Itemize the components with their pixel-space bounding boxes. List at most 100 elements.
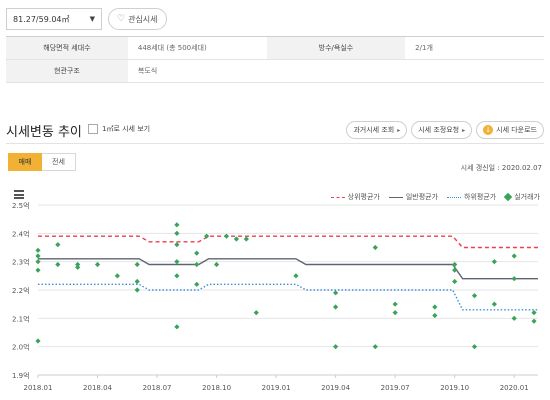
table-row: 현관구조 복도식	[6, 59, 544, 83]
info-value: 복도식	[127, 59, 267, 83]
x-tick-label: 2018.04	[83, 384, 112, 392]
deal-point	[35, 338, 41, 344]
divider	[6, 143, 544, 144]
x-tick-label: 2018.10	[202, 384, 231, 392]
deal-point	[134, 261, 140, 268]
deal-point	[174, 230, 180, 236]
past-price-button[interactable]: 과거시세 조회 ▸	[346, 121, 408, 139]
x-tick-label: 2019.01	[262, 384, 291, 392]
menu-bar	[14, 190, 24, 192]
deal-point	[432, 304, 438, 310]
deal-point	[194, 250, 200, 256]
deal-point	[372, 344, 378, 350]
deal-point	[223, 233, 230, 239]
info-empty	[405, 59, 544, 83]
past-price-label: 과거시세 조회	[353, 126, 395, 134]
deal-point	[35, 267, 41, 273]
action-buttons: 과거시세 조회 ▸ 시세 조정요청 ▸ ↓ 시세 다운로드	[346, 121, 544, 139]
area-select-value: 81.27/59.04㎡	[13, 14, 70, 24]
deal-point	[452, 278, 458, 285]
price-download-button[interactable]: ↓ 시세 다운로드	[476, 121, 544, 139]
deal-point	[194, 281, 200, 287]
top-row: 81.27/59.04㎡ ▼ ♡ 관심시세	[6, 8, 167, 30]
price-chart: 1.9억 2.0억 2.1억 2.2억 2.3억 2.4억 2.5억 2018.01 2018.…	[12, 202, 538, 392]
deal-point	[174, 273, 180, 279]
deal-point	[134, 287, 140, 293]
deal-point	[372, 244, 378, 251]
deal-point	[333, 344, 339, 350]
chevron-down-icon: ▼	[89, 15, 95, 23]
y-tick-label: 2.0억	[12, 344, 30, 352]
deal-point	[491, 259, 497, 265]
deal-point	[531, 318, 537, 324]
chart-menu-icon[interactable]	[14, 190, 24, 199]
deal-point	[253, 310, 259, 316]
info-header: 방수/욕실수	[266, 36, 406, 60]
y-tick-label: 2.2억	[12, 287, 30, 295]
favorite-button[interactable]: ♡ 관심시세	[108, 8, 167, 30]
deal-point	[491, 301, 497, 307]
deal-point	[333, 304, 339, 310]
series-line	[38, 235, 538, 249]
chevron-right-icon: ▸	[462, 126, 466, 134]
info-header: 해당면적 세대수	[6, 36, 128, 60]
deal-point	[55, 242, 61, 248]
chevron-right-icon: ▸	[397, 126, 401, 134]
deal-point	[114, 273, 120, 279]
trade-type-tabs: 매매 전세	[8, 153, 76, 171]
deal-point	[174, 242, 180, 248]
deal-point	[452, 261, 458, 268]
deal-point	[333, 290, 339, 296]
checkbox-label: 1㎡로 시세 보기	[102, 125, 151, 133]
updated-date: 시세 갱신일 : 2020.02.07	[460, 164, 542, 172]
area-select[interactable]: 81.27/59.04㎡ ▼	[6, 8, 102, 30]
price-adjust-button[interactable]: 시세 조정요청 ▸	[411, 121, 473, 139]
table-row: 해당면적 세대수 448세대 (총 500세대) 방수/욕실수 2/1개	[6, 36, 544, 60]
deal-point	[35, 253, 41, 259]
deal-point	[194, 261, 200, 268]
per-sqm-toggle[interactable]: 1㎡로 시세 보기	[88, 124, 150, 134]
deal-point	[55, 261, 61, 268]
legend-swatch	[330, 196, 345, 198]
x-tick-label: 2019.10	[440, 384, 469, 392]
price-adjust-label: 시세 조정요청	[418, 126, 460, 134]
y-tick-label: 2.4억	[12, 230, 30, 238]
x-tick-label: 2020.01	[500, 384, 529, 392]
section-title: 시세변동 추이	[6, 125, 82, 140]
menu-bar	[14, 193, 24, 196]
deal-point	[471, 293, 478, 299]
deal-point	[75, 264, 81, 270]
y-tick-label: 1.9억	[12, 372, 30, 380]
y-tick-label: 2.5억	[12, 202, 30, 210]
y-tick-label: 2.3억	[12, 259, 30, 267]
x-tick-label: 2018.01	[24, 384, 53, 392]
x-tick-label: 2019.04	[321, 384, 350, 392]
info-value: 2/1개	[405, 36, 544, 60]
tab-jeonse[interactable]: 전세	[42, 153, 76, 171]
deal-point	[134, 278, 140, 285]
menu-bar	[14, 197, 24, 199]
series-line	[38, 283, 538, 311]
checkbox[interactable]	[88, 124, 98, 134]
deal-point	[94, 261, 101, 268]
deal-point	[511, 315, 517, 321]
info-header: 현관구조	[6, 59, 128, 83]
y-tick-label: 2.1억	[12, 315, 30, 323]
info-empty	[266, 59, 406, 83]
deal-point	[174, 259, 180, 265]
deal-point	[392, 310, 398, 316]
info-value: 448세대 (총 500세대)	[127, 36, 267, 60]
tab-sale[interactable]: 매매	[8, 153, 42, 171]
deal-point	[243, 236, 249, 242]
info-table: 해당면적 세대수 448세대 (총 500세대) 방수/욕실수 2/1개 현관구…	[6, 36, 544, 83]
deal-point	[174, 324, 180, 330]
heart-icon: ♡	[117, 14, 126, 24]
download-icon: ↓	[483, 125, 494, 135]
deal-point	[35, 247, 41, 253]
deal-point	[174, 222, 180, 228]
deal-point	[511, 253, 517, 259]
legend-swatch	[388, 196, 403, 198]
deal-point	[452, 267, 458, 273]
deal-point	[293, 273, 299, 279]
deal-point	[432, 312, 438, 319]
